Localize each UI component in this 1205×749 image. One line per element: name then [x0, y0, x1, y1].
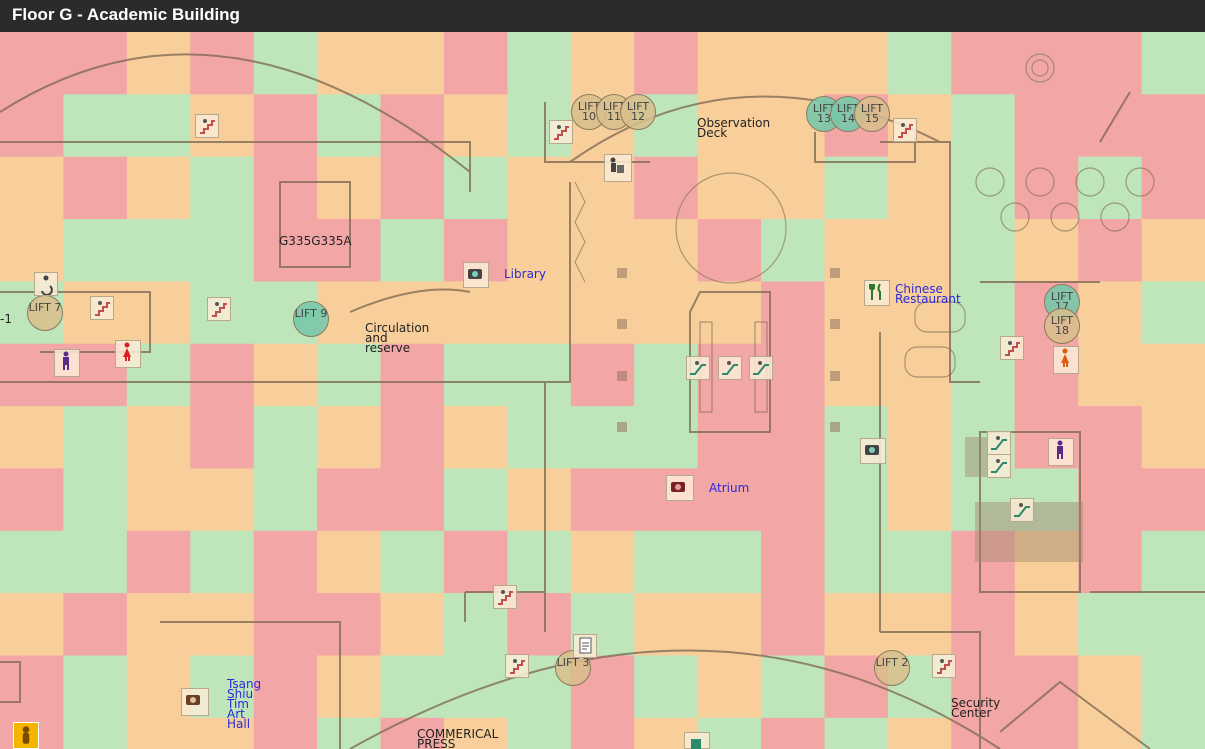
- stairs-icon[interactable]: [1000, 336, 1024, 360]
- pillar-marker: [617, 371, 627, 381]
- escalator-icon[interactable]: [749, 356, 773, 380]
- womens-toilet-icon[interactable]: [1053, 346, 1079, 374]
- room-library[interactable]: Library: [504, 268, 546, 280]
- room-atrium[interactable]: Atrium: [709, 482, 749, 494]
- escalator-icon[interactable]: [987, 431, 1011, 455]
- stairs-icon[interactable]: [893, 118, 917, 142]
- room-security-center[interactable]: Security Center: [951, 697, 1000, 719]
- camera-icon[interactable]: [860, 438, 886, 464]
- escalator-icon[interactable]: [987, 454, 1011, 478]
- camera-icon[interactable]: [463, 262, 489, 288]
- document-icon[interactable]: [573, 634, 597, 658]
- information-desk-icon[interactable]: [604, 154, 632, 182]
- room-tsang-shiu-tim-art-hall[interactable]: Tsang Shiu Tim Art Hall: [227, 678, 261, 730]
- pillar-marker: [617, 319, 627, 329]
- pillar-marker: [830, 319, 840, 329]
- room-chinese-restaurant[interactable]: Chinese Restaurant: [895, 283, 961, 305]
- escalator-icon[interactable]: [718, 356, 742, 380]
- escalator-icon[interactable]: [1010, 498, 1034, 522]
- room-observation-deck[interactable]: Observation Deck: [697, 117, 770, 139]
- stairs-icon[interactable]: [549, 120, 573, 144]
- womens-toilet-icon[interactable]: [115, 340, 141, 368]
- escalator-icon[interactable]: [686, 356, 710, 380]
- street-view-pegman-icon[interactable]: [13, 722, 39, 749]
- lift-18[interactable]: LIFT 18: [1044, 308, 1080, 344]
- lift-15[interactable]: LIFT 15: [854, 96, 890, 132]
- room-circulation-reserve[interactable]: Circulation and reserve: [365, 322, 429, 354]
- lift-12[interactable]: LIFT 12: [620, 94, 656, 130]
- restaurant-icon[interactable]: [864, 280, 890, 306]
- mens-toilet-icon[interactable]: [1048, 438, 1074, 466]
- mens-toilet-icon[interactable]: [54, 349, 80, 377]
- pillar-marker: [830, 268, 840, 278]
- partial-icon[interactable]: [684, 732, 710, 749]
- lift-9[interactable]: LIFT 9: [293, 301, 329, 337]
- lift-2[interactable]: LIFT 2: [874, 650, 910, 686]
- stairs-icon[interactable]: [932, 654, 956, 678]
- camera-icon[interactable]: [666, 475, 694, 501]
- pillar-marker: [830, 422, 840, 432]
- stairs-icon[interactable]: [90, 296, 114, 320]
- accessible-icon[interactable]: [34, 272, 58, 296]
- map-title: Floor G - Academic Building: [0, 0, 1205, 32]
- floor-map[interactable]: Observation Deck G335G335A Library Circu…: [0, 32, 1205, 749]
- camera-icon[interactable]: [181, 688, 209, 716]
- pillar-marker: [830, 371, 840, 381]
- room-edge-label: -1: [0, 312, 12, 326]
- stairs-icon[interactable]: [195, 114, 219, 138]
- lift-7[interactable]: LIFT 7: [27, 295, 63, 331]
- pillar-marker: [617, 268, 627, 278]
- stairs-icon[interactable]: [505, 654, 529, 678]
- room-commercial-press[interactable]: COMMERICAL PRESS: [417, 728, 498, 749]
- stairs-icon[interactable]: [207, 297, 231, 321]
- stairs-icon[interactable]: [493, 585, 517, 609]
- floor-plan-lines: [0, 53, 1205, 749]
- room-g335[interactable]: G335G335A: [279, 235, 352, 247]
- pillar-marker: [617, 422, 627, 432]
